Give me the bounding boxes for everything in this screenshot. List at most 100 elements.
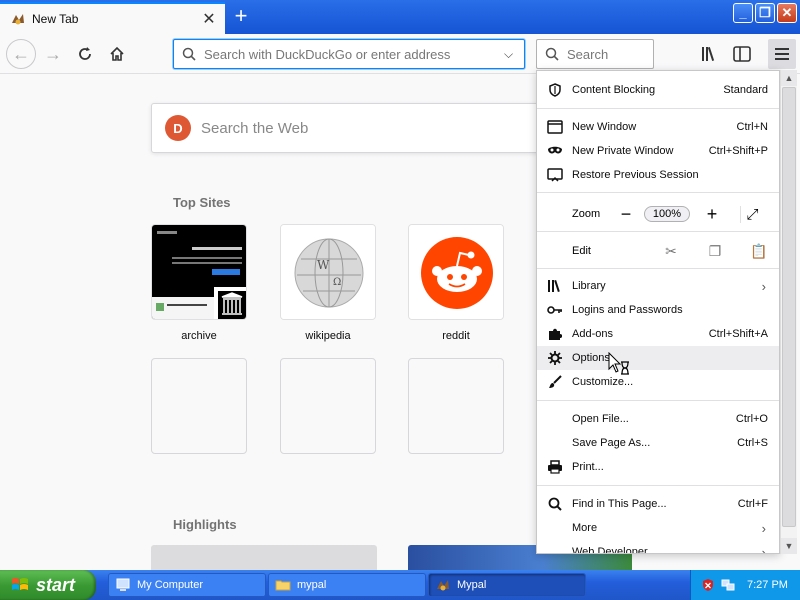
zoom-out-minus-icon[interactable]: − [616, 204, 636, 225]
security-shield-tray-icon[interactable] [701, 578, 715, 592]
edit-controls: Edit ✂ ❐ 📋 [537, 236, 779, 266]
empty-top-site-slot [151, 358, 247, 454]
paintbrush-icon [546, 374, 564, 390]
home-icon[interactable] [102, 39, 132, 69]
menu-item-label: Find in This Page... [572, 498, 667, 510]
search-icon [182, 47, 196, 61]
menu-item-web-developer[interactable]: Web Developer › [537, 540, 779, 554]
menu-separator [537, 400, 779, 401]
library-icon[interactable] [700, 44, 720, 64]
menu-item-customize[interactable]: Customize... [537, 370, 779, 394]
menu-separator [537, 231, 779, 232]
clock: 7:27 PM [747, 579, 788, 591]
network-tray-icon[interactable] [721, 578, 735, 592]
tab-strip: New Tab ✕ + _ ❐ ✕ [0, 0, 800, 34]
duckduckgo-logo-icon: D [165, 115, 191, 141]
open-file-icon [546, 411, 564, 427]
menu-item-print[interactable]: Print... [537, 455, 779, 479]
web-developer-icon [546, 544, 564, 553]
search-icon [546, 496, 564, 512]
tab-close-icon[interactable]: ✕ [197, 9, 221, 29]
zoom-in-plus-icon[interactable]: + [702, 204, 722, 225]
new-window-icon [546, 119, 564, 135]
menu-item-options[interactable]: Options [537, 346, 779, 370]
highlight-card[interactable] [151, 545, 377, 571]
fullscreen-icon[interactable]: ⤢ [740, 205, 760, 223]
mypal-favicon-icon [12, 14, 24, 25]
start-label: start [36, 574, 76, 595]
menu-item-addons[interactable]: Add-ons Ctrl+Shift+A [537, 322, 779, 346]
menu-separator [537, 485, 779, 486]
hamburger-menu-icon[interactable] [768, 39, 796, 69]
menu-item-find[interactable]: Find in This Page... Ctrl+F [537, 492, 779, 516]
nav-toolbar: ← → Search with DuckDuckGo or enter addr… [0, 34, 800, 74]
menu-item-shortcut: Ctrl+N [736, 121, 768, 133]
archive-thumbnail-icon [152, 225, 246, 319]
web-search-box[interactable]: D Search the Web [151, 103, 551, 153]
main-menu-panel: Content Blocking Standard New Window Ctr… [536, 70, 780, 554]
menu-item-shortcut: Ctrl+O [735, 413, 768, 425]
back-arrow-icon[interactable]: ← [6, 39, 36, 69]
url-placeholder: Search with DuckDuckGo or enter address [204, 46, 451, 62]
scroll-thumb[interactable] [782, 87, 796, 527]
new-tab-plus-icon[interactable]: + [228, 4, 254, 30]
menu-item-label: Print... [572, 461, 604, 473]
taskbar-item-label: mypal [297, 579, 327, 591]
page-scrollbar[interactable]: ▲ ▼ [780, 70, 797, 554]
shield-icon [546, 82, 564, 98]
top-site-reddit[interactable] [408, 224, 504, 320]
zoom-label: Zoom [572, 208, 601, 220]
tab-new-tab[interactable]: New Tab ✕ [0, 2, 225, 34]
sidebar-icon[interactable] [732, 44, 752, 64]
url-dropdown-chevron-icon[interactable]: ⌵ [504, 47, 524, 62]
menu-item-label: Add-ons [572, 328, 613, 340]
menu-item-content-blocking[interactable]: Content Blocking Standard [537, 78, 779, 102]
empty-top-site-slot [408, 358, 504, 454]
menu-item-label: Open File... [572, 413, 629, 425]
edit-label: Edit [572, 245, 591, 257]
key-icon [546, 302, 564, 318]
window-close-button[interactable]: ✕ [777, 3, 797, 23]
submenu-chevron-icon: › [761, 544, 766, 554]
taskbar-item-mypal-folder[interactable]: mypal [268, 573, 426, 597]
highlights-heading: Highlights [173, 517, 237, 532]
top-site-archive[interactable] [151, 224, 247, 320]
scroll-down-arrow-icon[interactable]: ▼ [781, 538, 797, 554]
url-bar[interactable]: Search with DuckDuckGo or enter address … [173, 39, 525, 69]
web-search-placeholder: Search the Web [201, 119, 309, 137]
cut-scissors-icon[interactable]: ✂ [649, 243, 693, 260]
computer-icon [116, 578, 130, 591]
menu-item-save-page[interactable]: Save Page As... Ctrl+S [537, 431, 779, 455]
menu-item-restore-session[interactable]: Restore Previous Session [537, 163, 779, 187]
maximize-button[interactable]: ❐ [755, 3, 775, 23]
folder-icon [275, 580, 291, 591]
menu-item-more[interactable]: More › [537, 516, 779, 540]
library-icon [546, 278, 564, 294]
busy-cursor-icon [608, 352, 629, 375]
menu-item-label: Content Blocking [572, 84, 656, 96]
mypal-favicon-icon [437, 580, 449, 591]
menu-item-new-window[interactable]: New Window Ctrl+N [537, 115, 779, 139]
menu-item-shortcut: Ctrl+Shift+P [708, 145, 768, 157]
taskbar-item-label: My Computer [137, 579, 204, 591]
menu-item-logins[interactable]: Logins and Passwords [537, 298, 779, 322]
reload-icon[interactable] [70, 39, 100, 69]
minimize-button[interactable]: _ [733, 3, 753, 23]
top-site-wikipedia[interactable]: W Ω [280, 224, 376, 320]
search-icon [545, 47, 559, 61]
start-button[interactable]: start [0, 570, 96, 600]
zoom-reset-button[interactable]: 100% [644, 206, 690, 222]
paste-clipboard-icon[interactable]: 📋 [737, 243, 779, 260]
printer-icon [546, 459, 564, 475]
forward-arrow-icon[interactable]: → [38, 39, 68, 69]
taskbar-item-mypal-browser[interactable]: Mypal [428, 573, 586, 597]
submenu-chevron-icon: › [761, 520, 766, 536]
menu-item-library[interactable]: Library › [537, 274, 779, 298]
menu-item-new-private-window[interactable]: New Private Window Ctrl+Shift+P [537, 139, 779, 163]
top-site-label: archive [181, 330, 217, 342]
copy-icon[interactable]: ❐ [693, 243, 737, 260]
taskbar-item-my-computer[interactable]: My Computer [108, 573, 266, 597]
scroll-up-arrow-icon[interactable]: ▲ [781, 70, 797, 86]
search-bar[interactable]: Search [536, 39, 654, 69]
menu-item-open-file[interactable]: Open File... Ctrl+O [537, 407, 779, 431]
